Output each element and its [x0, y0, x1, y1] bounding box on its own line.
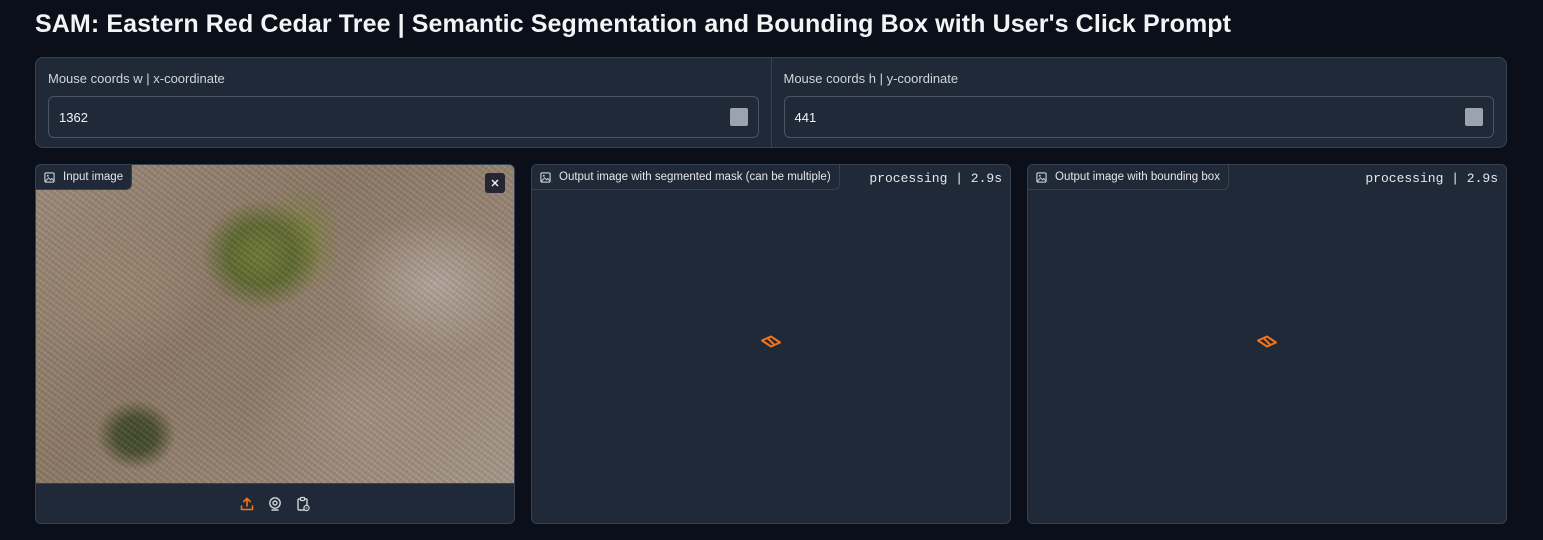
- coord-h-label: Mouse coords h | y-coordinate: [783, 71, 959, 86]
- coord-w-stepper[interactable]: [729, 108, 748, 126]
- image-icon: [1036, 171, 1047, 183]
- coord-h-stepper[interactable]: [1465, 108, 1483, 126]
- loader-icon: [1256, 335, 1278, 354]
- coord-w-value[interactable]: 1362: [59, 110, 730, 125]
- input-image-label-text: Input image: [63, 171, 124, 183]
- upload-icon[interactable]: [238, 495, 256, 513]
- input-image-label: Input image: [36, 165, 133, 190]
- coord-h-input[interactable]: 441: [783, 96, 1494, 138]
- photo-texture: [36, 165, 514, 485]
- input-photo[interactable]: [36, 165, 514, 485]
- coord-w-input[interactable]: 1362: [48, 96, 759, 138]
- coord-h-block: Mouse coords h | y-coordinate 441: [770, 58, 1507, 147]
- coord-h-value[interactable]: 441: [795, 110, 1466, 125]
- bbox-output-panel: Output image with bounding box processin…: [1027, 164, 1507, 524]
- bbox-status: processing | 2.9s: [1365, 171, 1498, 186]
- mouse-coords-row: Mouse coords w | x-coordinate 1362 Mouse…: [35, 57, 1507, 148]
- image-icon: [540, 171, 551, 183]
- mask-output-label: Output image with segmented mask (can be…: [532, 165, 840, 190]
- image-source-bar: [36, 483, 514, 523]
- coord-w-label: Mouse coords w | x-coordinate: [48, 71, 225, 86]
- bbox-output-label: Output image with bounding box: [1028, 165, 1229, 190]
- mask-output-label-text: Output image with segmented mask (can be…: [559, 171, 831, 183]
- coord-w-block: Mouse coords w | x-coordinate 1362: [36, 58, 771, 147]
- loader-icon: [760, 335, 782, 354]
- close-icon[interactable]: [485, 173, 505, 193]
- bbox-output-label-text: Output image with bounding box: [1055, 171, 1220, 183]
- page-title: SAM: Eastern Red Cedar Tree | Semantic S…: [35, 10, 1232, 38]
- mask-output-panel: Output image with segmented mask (can be…: [531, 164, 1011, 524]
- mask-status: processing | 2.9s: [869, 171, 1002, 186]
- webcam-icon[interactable]: [266, 495, 284, 513]
- image-icon: [44, 171, 55, 183]
- input-image-panel[interactable]: Input image: [35, 164, 515, 524]
- clipboard-icon[interactable]: [294, 495, 312, 513]
